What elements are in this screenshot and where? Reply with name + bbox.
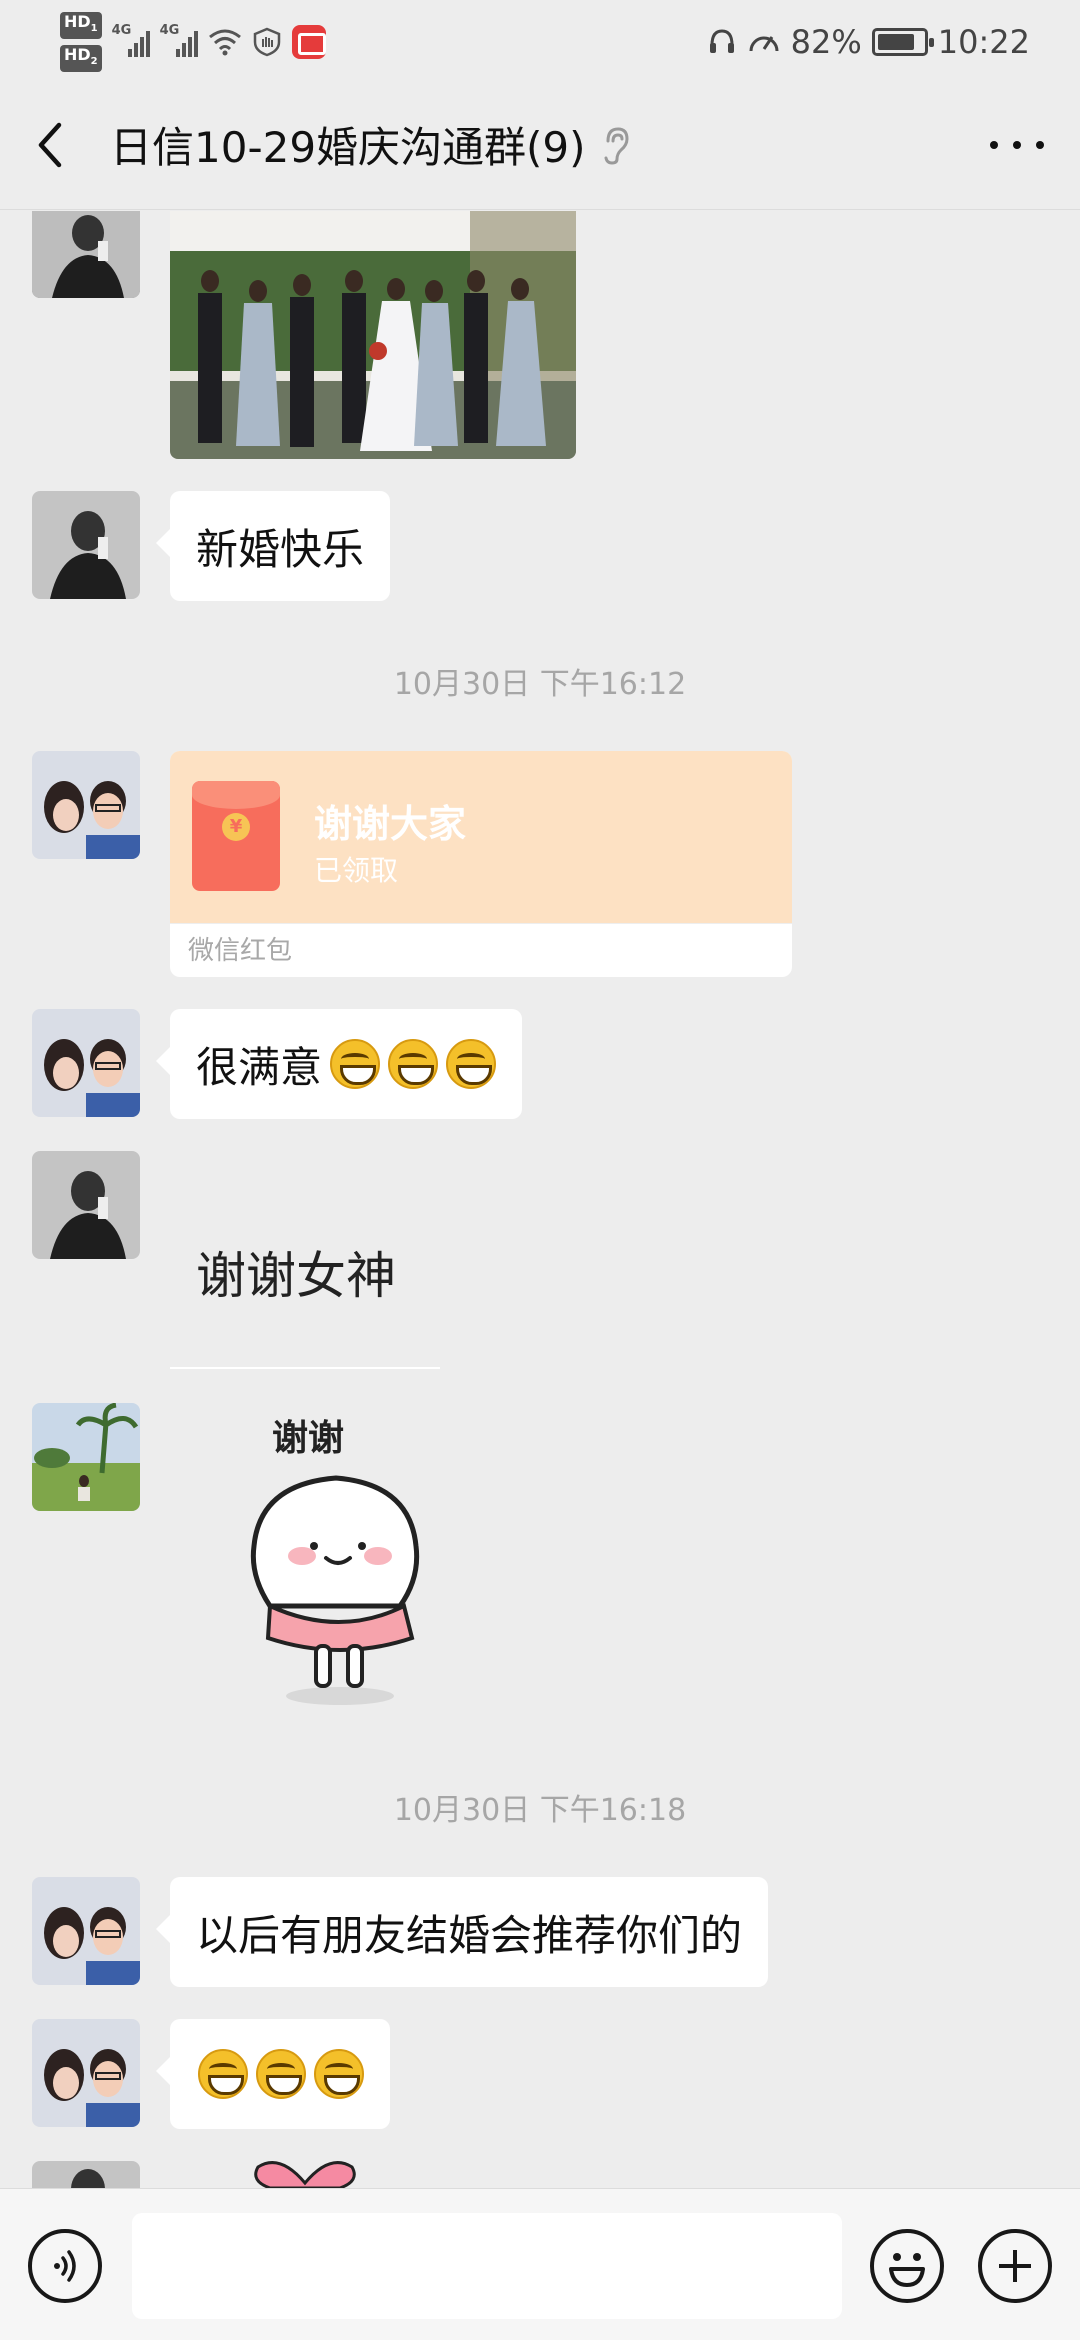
avatar-couple[interactable] <box>32 1877 140 1985</box>
grin-emoji-icon <box>314 2049 364 2099</box>
message-bubble[interactable]: 新婚快乐 <box>155 491 391 601</box>
avatar-portrait <box>32 491 140 599</box>
more-icon <box>990 141 998 149</box>
avatar-couple[interactable] <box>32 751 140 859</box>
red-packet-status: 已领取 <box>314 854 399 887</box>
avatar-man-bw[interactable] <box>32 1151 140 1259</box>
message-divider <box>170 1367 440 1369</box>
status-bar: HD1 HD2 4G 4G 82% 10:22 <box>0 0 1080 80</box>
avatar-couple[interactable] <box>32 2019 140 2127</box>
back-icon <box>38 122 62 167</box>
avatar-portrait <box>32 751 140 859</box>
input-bar <box>0 2188 1080 2340</box>
battery-icon <box>871 28 934 56</box>
thanks-sticker-image: 谢谢 <box>250 1418 420 1705</box>
avatar-portrait <box>32 2161 140 2188</box>
voice-button[interactable] <box>28 2229 102 2303</box>
avatar-portrait <box>32 1009 140 1117</box>
grin-emoji-icon <box>198 2049 248 2099</box>
red-packet-footer: 微信红包 <box>170 923 792 977</box>
back-button[interactable] <box>0 80 100 210</box>
wedding-photo[interactable] <box>170 211 576 459</box>
status-left: HD1 HD2 4G 4G <box>60 11 326 73</box>
avatar-portrait <box>32 2019 140 2127</box>
coin-icon: ¥ <box>222 813 250 841</box>
grin-emoji-icon <box>388 1039 439 1089</box>
avatar-portrait <box>32 211 140 298</box>
status-right: 82% 10:22 <box>707 12 1030 72</box>
emoji-button[interactable] <box>870 2229 944 2303</box>
bow-sticker-partial[interactable] <box>250 2157 360 2188</box>
news-app-icon <box>291 25 326 59</box>
page-title: 日信10-29婚庆沟通群(9) <box>110 123 586 172</box>
avatar-man-bw[interactable] <box>32 2161 140 2188</box>
avatar-man-bw[interactable] <box>32 491 140 599</box>
plus-button[interactable] <box>978 2229 1052 2303</box>
avatar-man-bw[interactable] <box>32 211 140 298</box>
message-text: 以后有朋友结婚会推荐你们的 <box>196 1910 743 1960</box>
thanks-sticker[interactable]: 谢谢 <box>210 1406 470 1716</box>
speed-gauge-icon <box>749 36 779 52</box>
red-envelope-icon: ¥ <box>192 781 280 891</box>
message-input[interactable] <box>132 2213 842 2319</box>
headset-icon <box>709 29 734 53</box>
avatar-portrait <box>32 1151 140 1259</box>
timestamp: 10月30日 下午16:12 <box>393 667 687 702</box>
wedding-photo-image <box>170 211 576 459</box>
avatar-portrait <box>32 1877 140 1985</box>
avatar-landscape[interactable] <box>32 1403 140 1511</box>
signal-2-icon: 4G <box>160 23 198 57</box>
message-bubble[interactable]: 很满意 <box>155 1009 523 1119</box>
chat-header: 日信10-29婚庆沟通群(9) <box>0 80 1080 210</box>
emoji-icon <box>889 2253 925 2287</box>
timestamp: 10月30日 下午16:18 <box>393 1793 687 1828</box>
hd1-badge: HD1 <box>60 11 102 39</box>
clock: 10:22 <box>937 23 1030 61</box>
message-text: 新婚快乐 <box>196 524 365 574</box>
more-button[interactable] <box>982 120 1052 170</box>
red-packet-body: ¥ 谢谢大家 已领取 <box>170 751 792 923</box>
chat-list[interactable]: 新婚快乐 10月30日 下午16:12 ¥ 谢谢大家 已领取 微信红包 很满意 … <box>0 211 1080 2188</box>
grin-emoji-icon <box>256 2049 306 2099</box>
red-packet-title: 谢谢大家 <box>314 802 467 846</box>
hand-shield-icon <box>253 27 280 57</box>
grin-emoji-icon <box>330 1039 381 1089</box>
avatar-portrait <box>32 1403 140 1511</box>
grin-emoji-icon <box>446 1039 497 1089</box>
message-text-plain[interactable]: 谢谢女神 <box>196 1236 396 1308</box>
message-text: 很满意 <box>196 1042 323 1092</box>
voice-icon <box>54 2250 76 2282</box>
battery-percent: 82% <box>790 23 862 61</box>
avatar-couple[interactable] <box>32 1009 140 1117</box>
wifi-icon <box>208 29 241 56</box>
hd2-badge: HD2 <box>60 45 102 73</box>
battery-fill <box>877 34 914 50</box>
message-bubble[interactable] <box>156 2019 390 2129</box>
red-packet-card[interactable]: ¥ 谢谢大家 已领取 微信红包 <box>170 751 792 977</box>
ear-icon[interactable] <box>600 125 630 165</box>
message-bubble[interactable]: 以后有朋友结婚会推荐你们的 <box>155 1877 769 1987</box>
hd-indicators: HD1 HD2 <box>60 11 102 73</box>
sticker-caption: 谢谢 <box>272 1418 344 1459</box>
signal-1-icon: 4G <box>112 23 150 57</box>
